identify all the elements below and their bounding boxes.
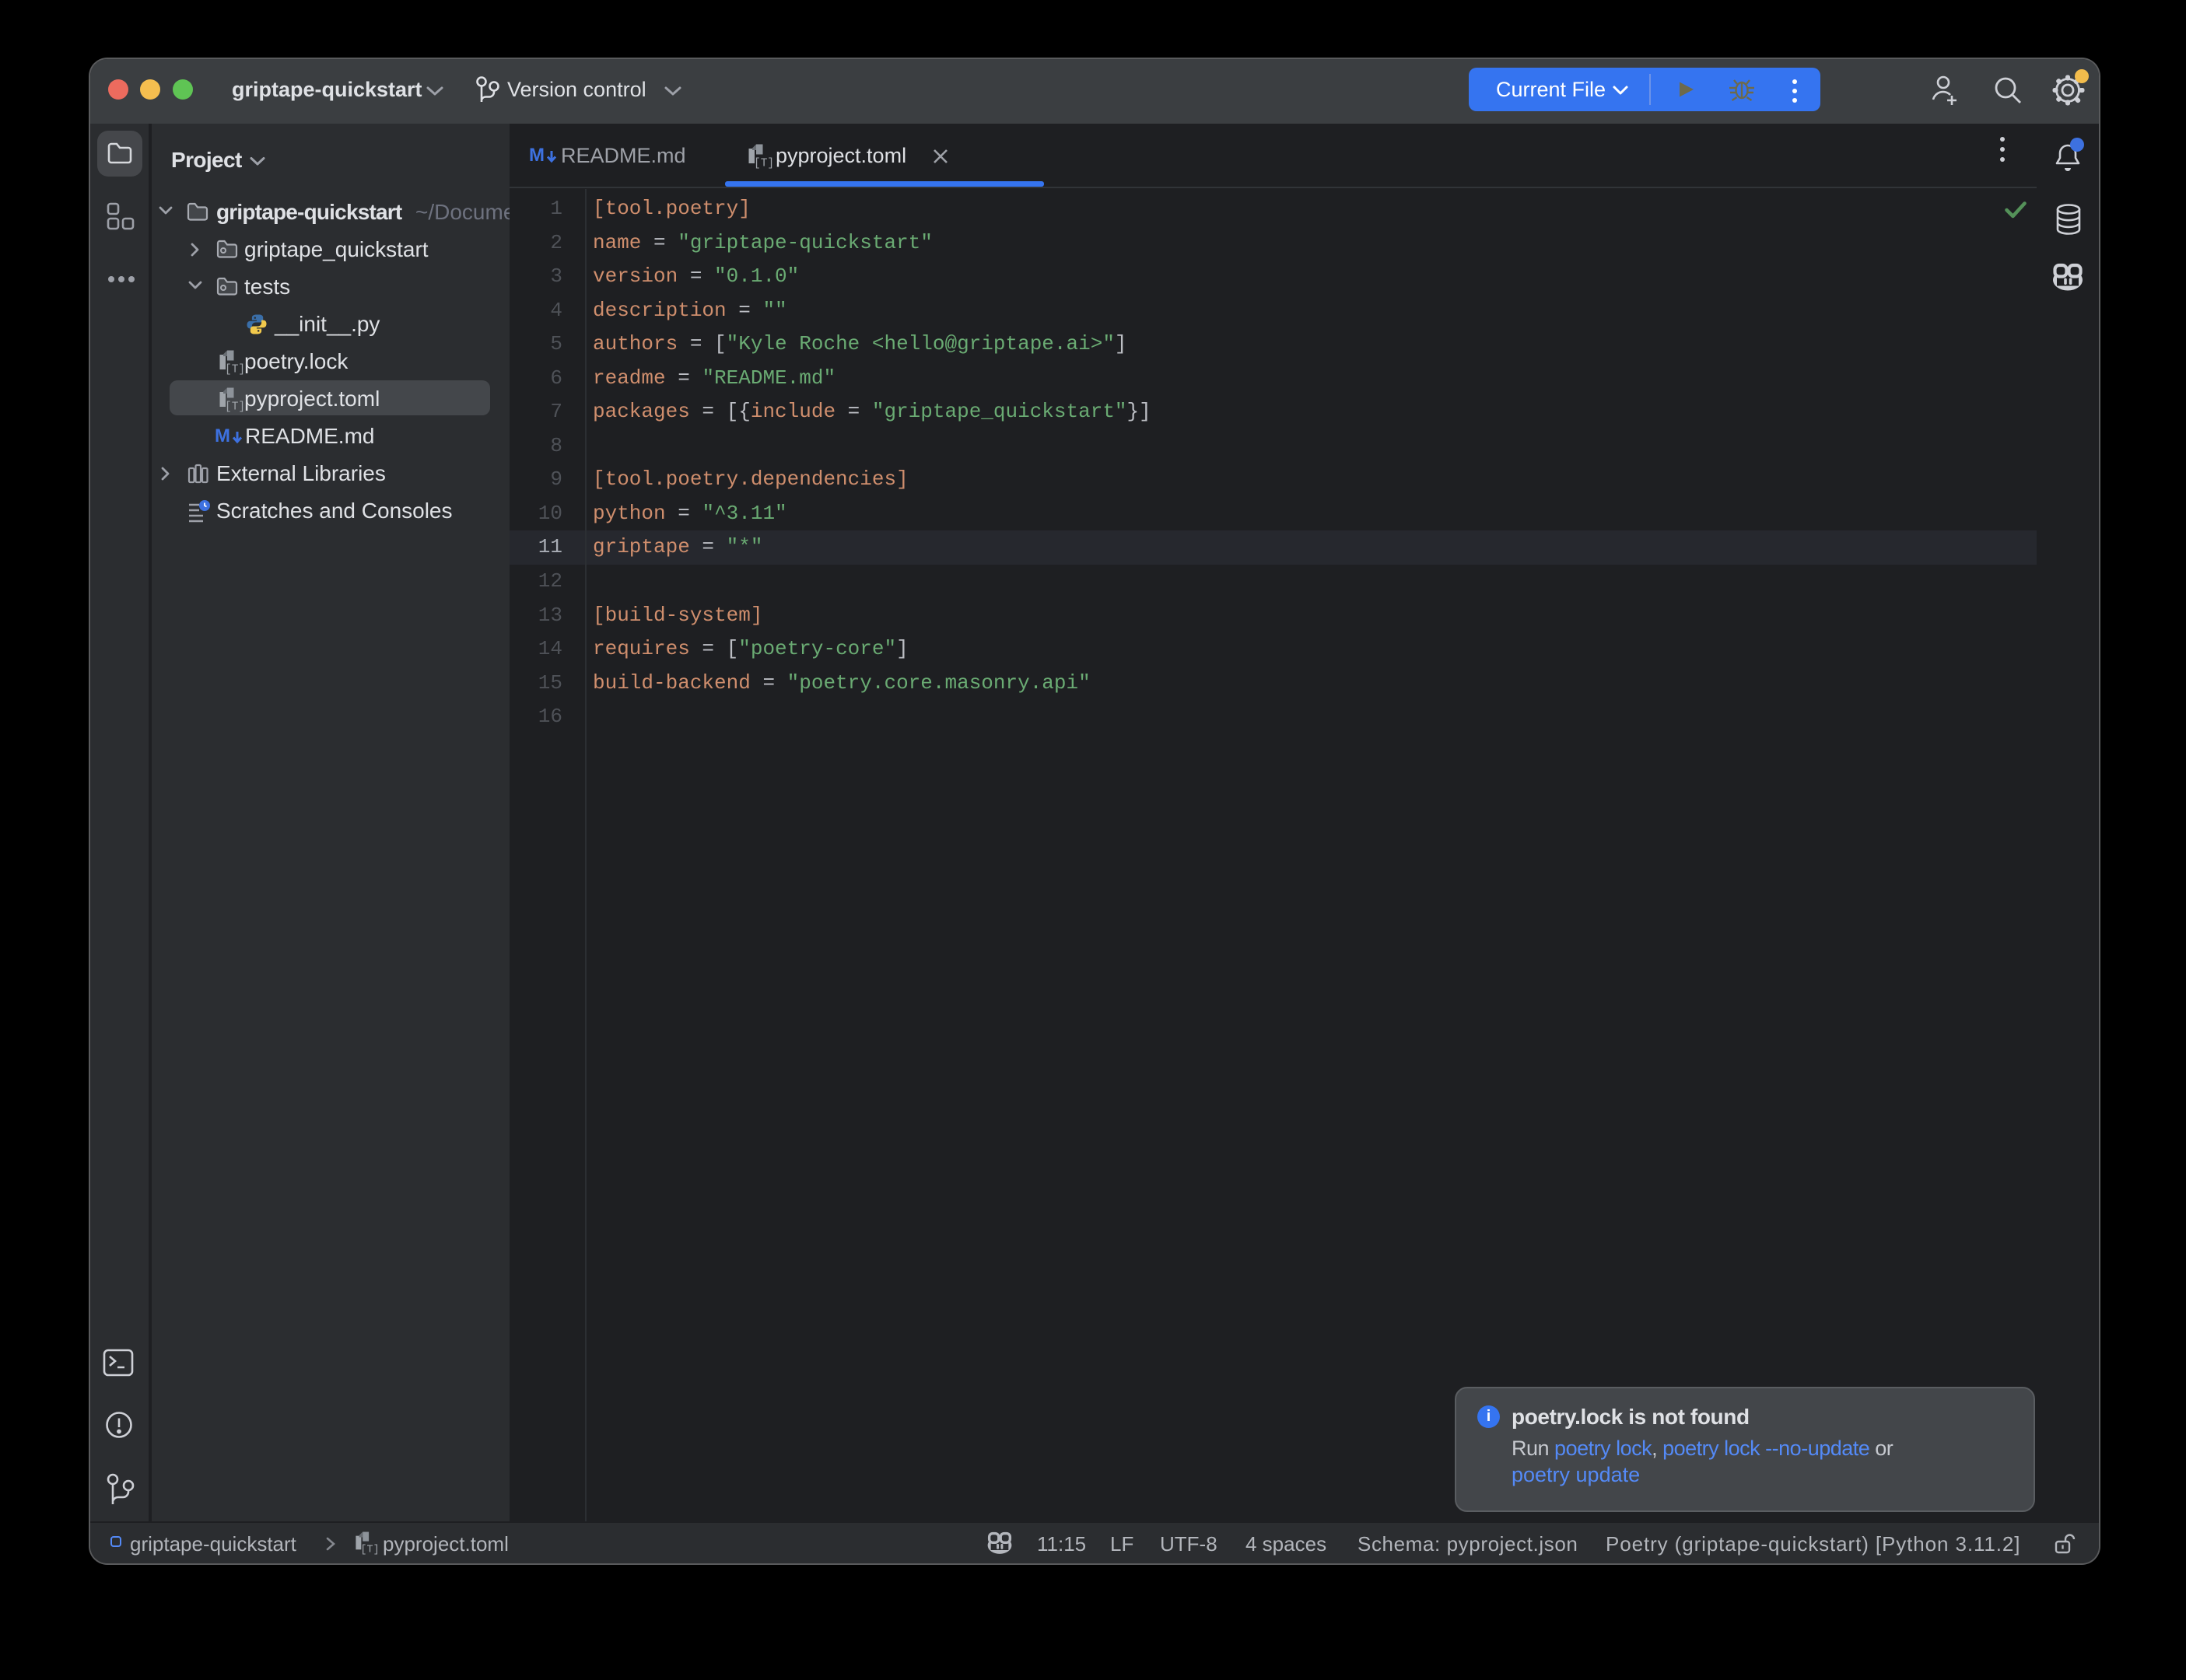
svg-text:[T]: [T]: [225, 401, 245, 414]
svg-text:M: M: [215, 425, 230, 446]
svg-text:[T]: [T]: [754, 158, 774, 170]
svg-text:[T]: [T]: [225, 364, 245, 376]
svg-text:M: M: [529, 145, 545, 166]
svg-text:[T]: [T]: [360, 1545, 379, 1556]
